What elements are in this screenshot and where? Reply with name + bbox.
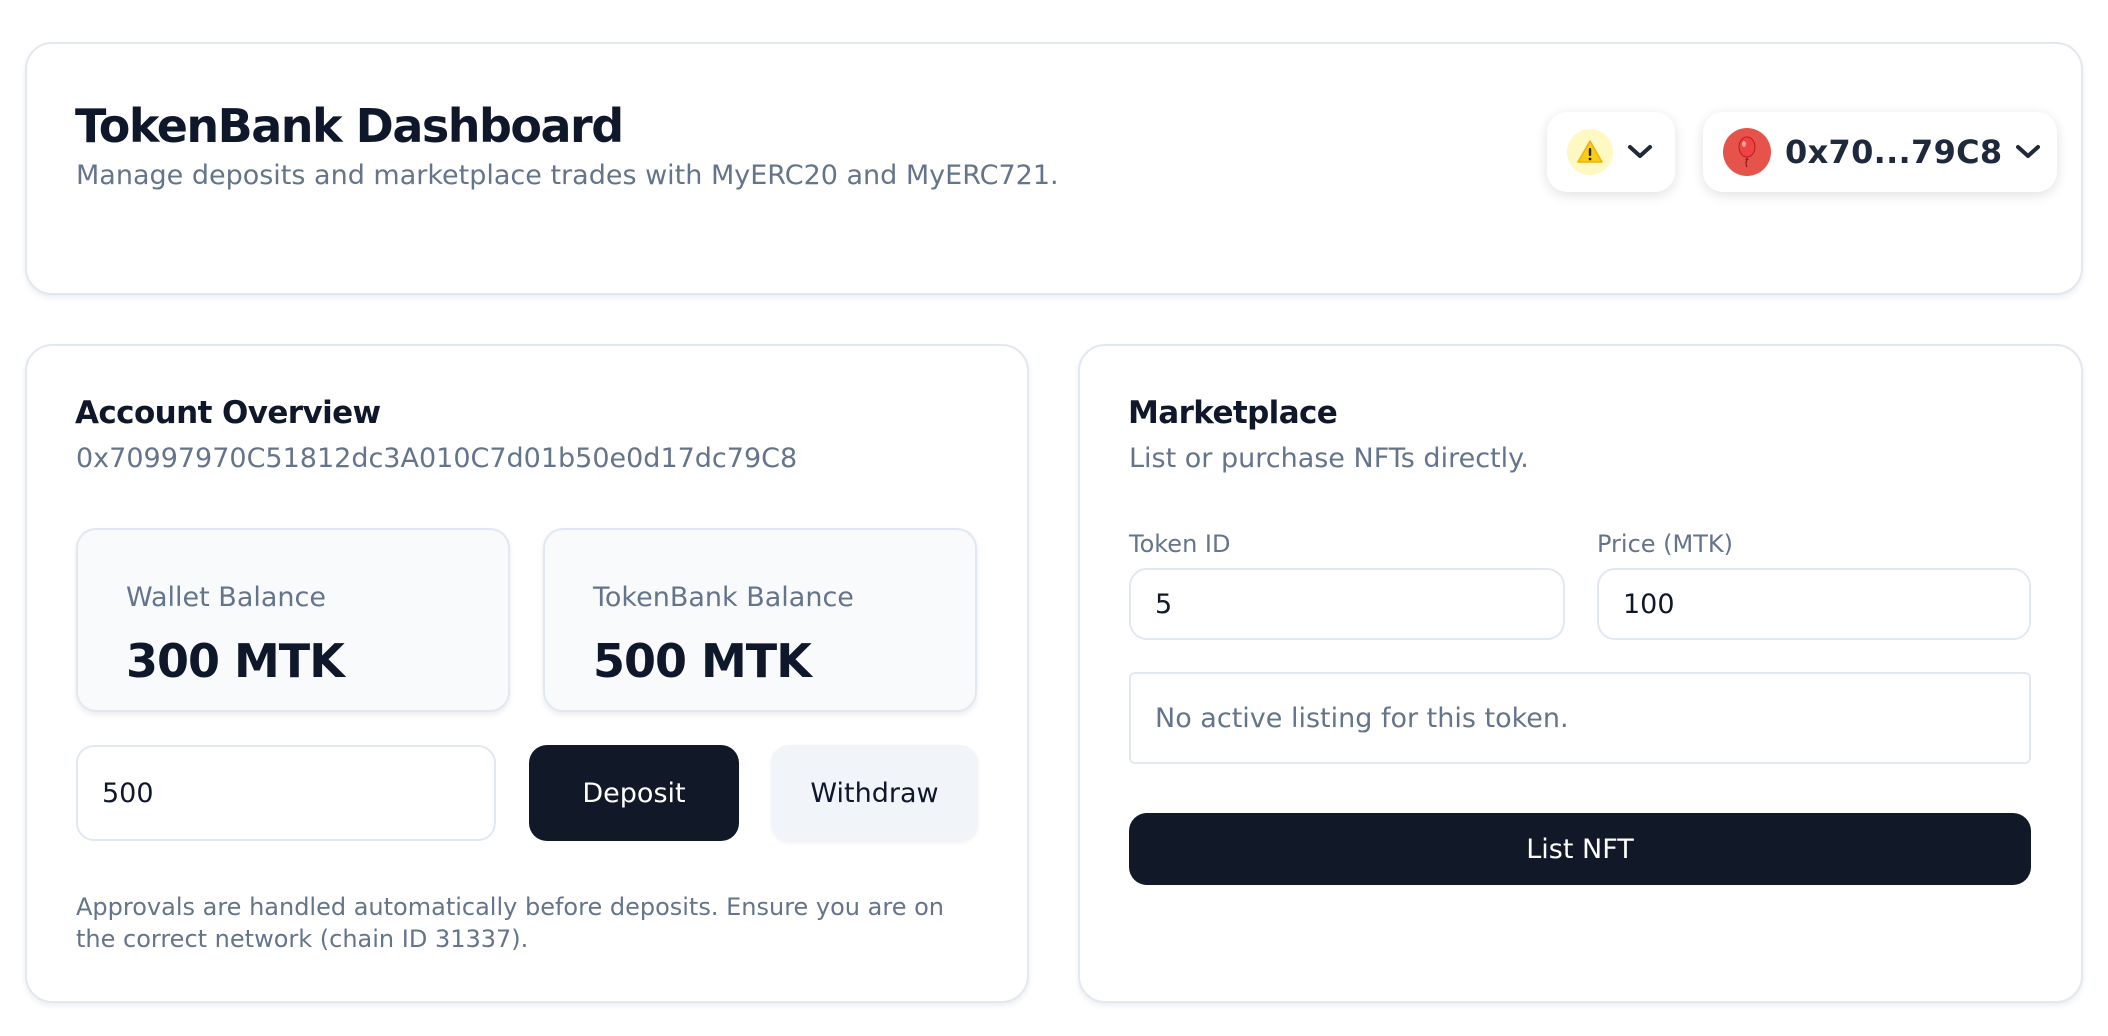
wallet-balance-value: 300 MTK bbox=[126, 634, 345, 688]
header-card: TokenBank Dashboard Manage deposits and … bbox=[25, 42, 2083, 295]
list-nft-button[interactable]: List NFT bbox=[1129, 813, 2031, 885]
tokenbank-balance-label: TokenBank Balance bbox=[593, 582, 854, 613]
network-warning-icon bbox=[1567, 129, 1613, 175]
withdraw-button[interactable]: Withdraw bbox=[771, 745, 978, 841]
tokenbank-balance-value: 500 MTK bbox=[593, 634, 812, 688]
amount-input[interactable] bbox=[76, 745, 496, 841]
account-overview-card: Account Overview 0x70997970C51812dc3A010… bbox=[25, 344, 1029, 1003]
account-footnote: Approvals are handled automatically befo… bbox=[76, 893, 944, 953]
account-address-short: 0x70...79C8 bbox=[1785, 133, 2003, 171]
listing-status-box: No active listing for this token. bbox=[1129, 672, 2031, 764]
token-id-input[interactable] bbox=[1129, 568, 1565, 640]
marketplace-title: Marketplace bbox=[1128, 395, 1338, 431]
page-subtitle: Manage deposits and marketplace trades w… bbox=[76, 160, 1059, 191]
marketplace-subtitle: List or purchase NFTs directly. bbox=[1129, 443, 1529, 474]
chevron-down-icon bbox=[2015, 144, 2041, 160]
price-input[interactable] bbox=[1597, 568, 2031, 640]
marketplace-card: Marketplace List or purchase NFTs direct… bbox=[1078, 344, 2083, 1003]
network-selector-button[interactable] bbox=[1547, 112, 1675, 192]
chevron-down-icon bbox=[1627, 144, 1653, 160]
page-title: TokenBank Dashboard bbox=[75, 99, 624, 153]
balloon-icon bbox=[1723, 128, 1771, 176]
deposit-button[interactable]: Deposit bbox=[529, 745, 739, 841]
token-id-label: Token ID bbox=[1129, 530, 1231, 558]
account-address: 0x70997970C51812dc3A010C7d01b50e0d17dc79… bbox=[76, 443, 798, 474]
wallet-balance-card: Wallet Balance 300 MTK bbox=[76, 528, 510, 712]
account-overview-title: Account Overview bbox=[75, 395, 381, 431]
tokenbank-balance-card: TokenBank Balance 500 MTK bbox=[543, 528, 977, 712]
account-selector-button[interactable]: 0x70...79C8 bbox=[1703, 112, 2057, 192]
price-label: Price (MTK) bbox=[1597, 530, 1734, 558]
wallet-balance-label: Wallet Balance bbox=[126, 582, 326, 613]
